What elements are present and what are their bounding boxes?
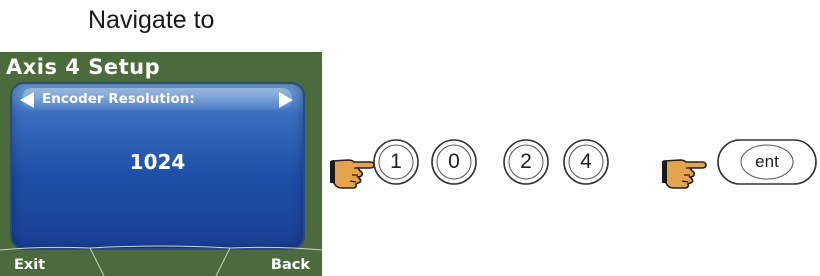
digit-key-2[interactable]: 2	[502, 138, 550, 186]
softkey-bar: Exit Back	[0, 245, 322, 276]
pointing-hand-icon	[330, 151, 376, 191]
parameter-label: Encoder Resolution:	[42, 91, 195, 107]
next-arrow-icon[interactable]	[279, 92, 293, 108]
digit-key-4[interactable]: 4	[562, 138, 610, 186]
digit-key-label: 2	[520, 150, 532, 173]
parameter-panel: Encoder Resolution: 1024	[10, 82, 305, 250]
exit-softkey[interactable]: Exit	[14, 257, 45, 273]
digit-key-label: 0	[448, 150, 460, 173]
digit-key-label: 4	[580, 150, 592, 173]
back-softkey[interactable]: Back	[271, 257, 310, 273]
previous-arrow-icon[interactable]	[20, 92, 34, 108]
digit-key-label: 1	[390, 150, 402, 173]
digit-key-0[interactable]: 0	[430, 138, 478, 186]
screen-title: Axis 4 Setup	[6, 55, 161, 79]
lcd-display: Axis 4 Setup Encoder Resolution: 1024 Ex…	[0, 52, 322, 276]
navigate-caption: Navigate to	[88, 6, 215, 34]
enter-key-label: ent	[755, 152, 779, 171]
pointing-hand-icon	[662, 151, 708, 191]
digit-key-1[interactable]: 1	[372, 138, 420, 186]
enter-key[interactable]: ent	[716, 138, 818, 186]
parameter-value: 1024	[129, 150, 186, 174]
